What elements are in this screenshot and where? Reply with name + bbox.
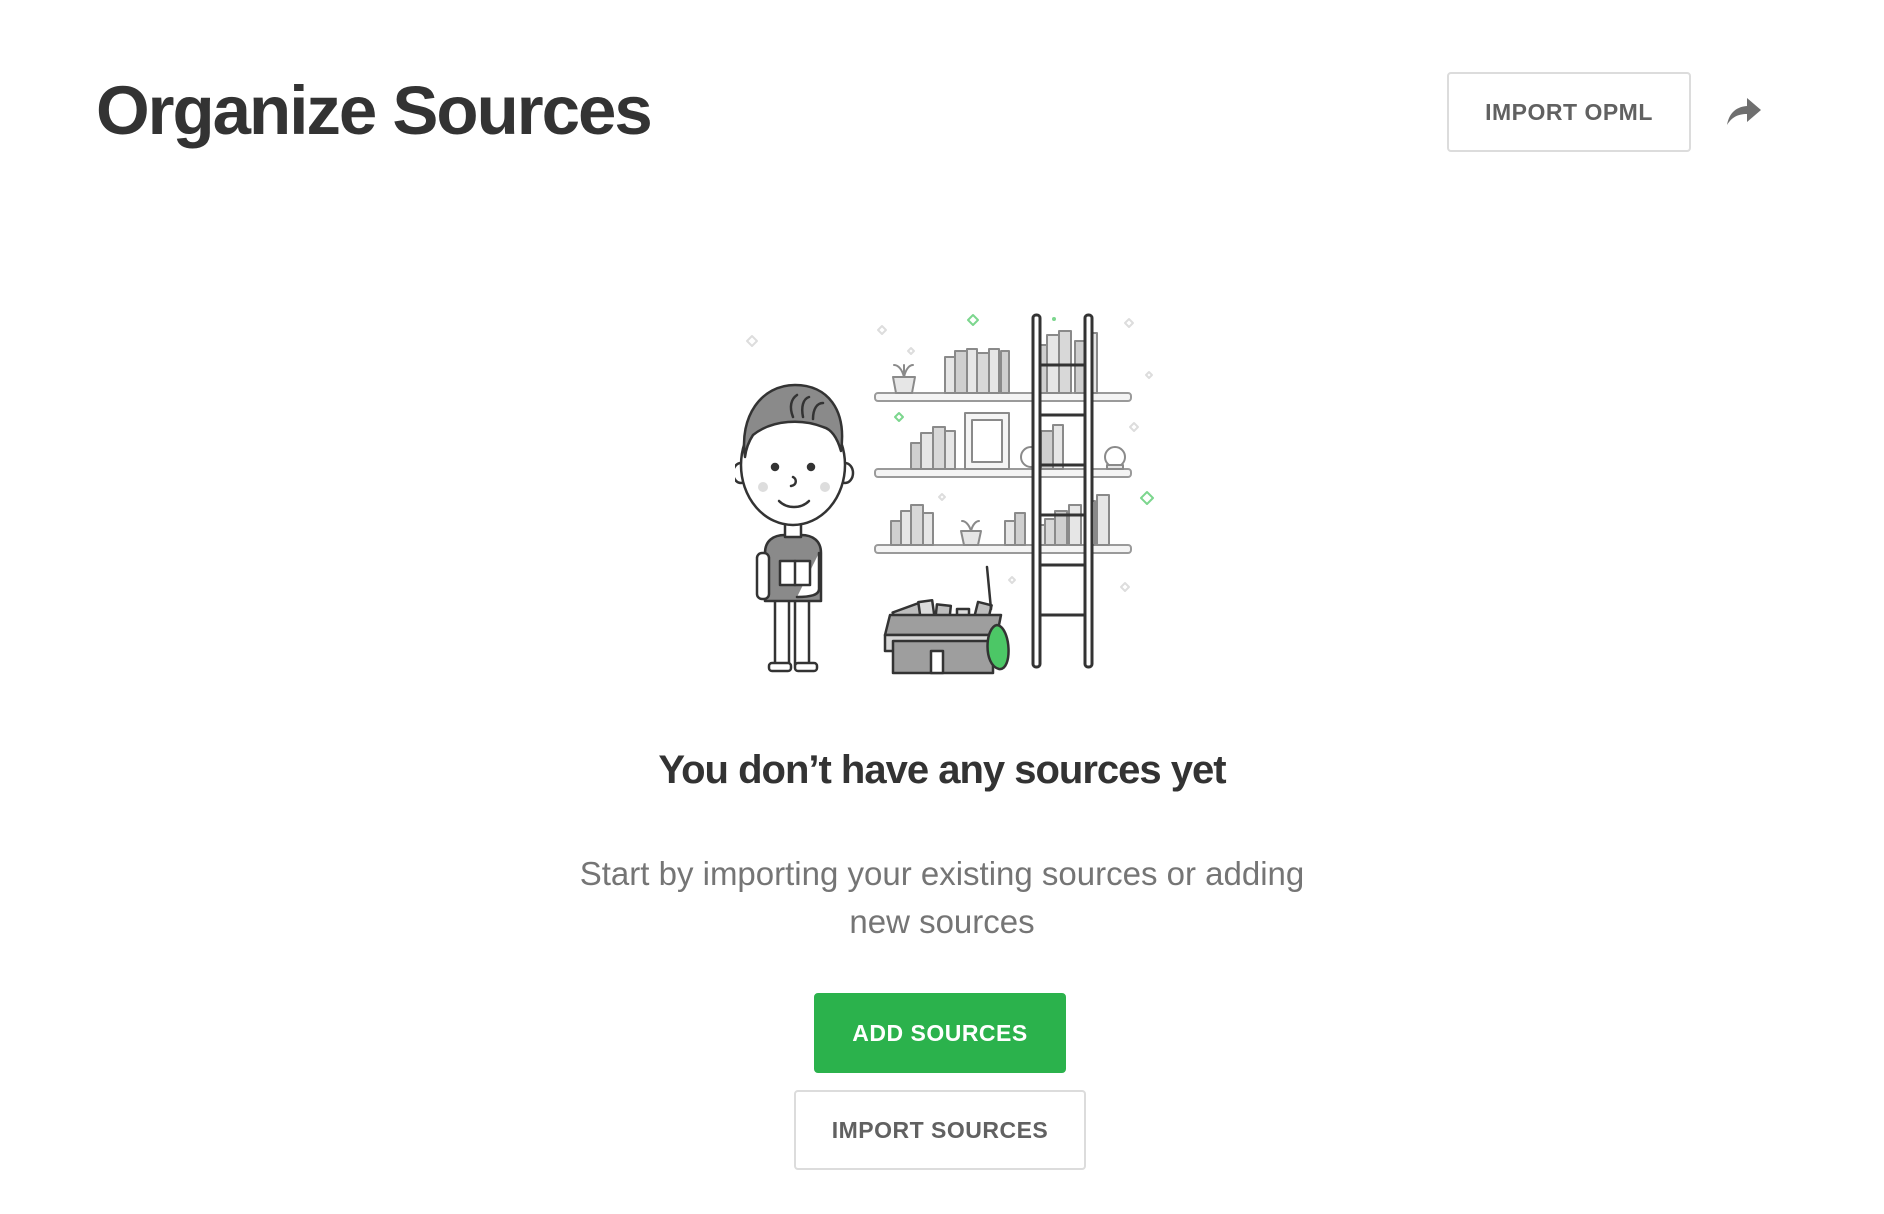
import-opml-button[interactable]: IMPORT OPML <box>1447 72 1691 152</box>
green-duster <box>986 623 1010 671</box>
person-character <box>735 383 855 673</box>
books-top-shelf <box>944 330 1098 394</box>
plant-pot <box>892 364 916 394</box>
storage-box <box>883 565 1003 675</box>
books-bottom-shelf <box>890 494 1110 546</box>
empty-sources-illustration <box>735 313 1154 675</box>
share-button[interactable] <box>1720 88 1768 136</box>
add-sources-button[interactable]: ADD SOURCES <box>814 993 1066 1073</box>
share-arrow-icon <box>1727 98 1761 125</box>
import-sources-button[interactable]: IMPORT SOURCES <box>794 1090 1086 1170</box>
empty-state-description: Start by importing your existing sources… <box>579 855 1305 940</box>
empty-state-title: You don’t have any sources yet <box>658 748 1226 792</box>
page-title: Organize Sources <box>96 72 653 149</box>
